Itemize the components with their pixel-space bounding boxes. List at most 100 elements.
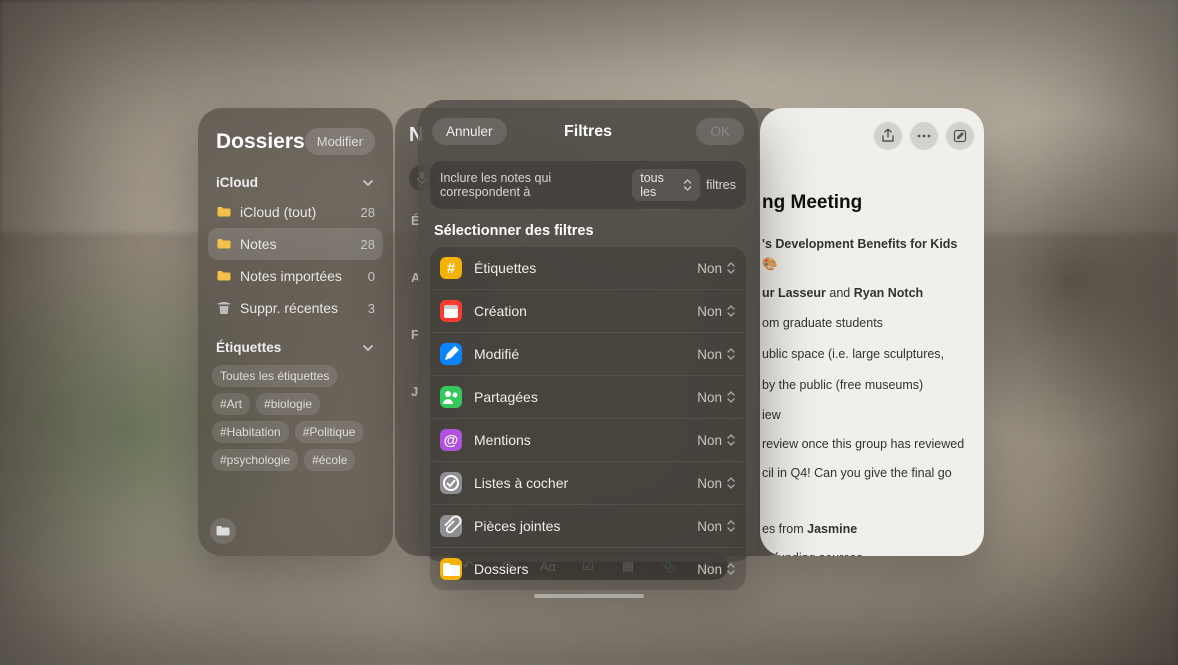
note-line: and <box>826 286 854 300</box>
more-button[interactable] <box>910 122 938 150</box>
sidebar-title: Dossiers <box>216 130 305 154</box>
check-icon <box>440 472 462 494</box>
tag-biologie[interactable]: #biologie <box>256 393 320 415</box>
filter-row-check[interactable]: Listes à cocher Non <box>430 462 746 505</box>
filter-row-pencil[interactable]: Modifié Non <box>430 333 746 376</box>
note-line: iew <box>762 406 970 425</box>
home-indicator <box>534 594 644 598</box>
cancel-button[interactable]: Annuler <box>432 118 507 145</box>
section-icloud[interactable]: iCloud <box>208 167 383 196</box>
share-button[interactable] <box>874 122 902 150</box>
section-tags[interactable]: Étiquettes <box>208 332 383 361</box>
folder-icon <box>216 236 232 252</box>
updown-icon <box>726 477 736 489</box>
note-panel: ng Meeting 's Development Benefits for K… <box>760 108 984 556</box>
folder-count: 3 <box>368 301 375 316</box>
folder-icon <box>216 268 232 284</box>
filter-value[interactable]: Non <box>697 261 736 276</box>
tag-art[interactable]: #Art <box>212 393 250 415</box>
filter-label: Mentions <box>474 432 531 448</box>
compose-button[interactable] <box>946 122 974 150</box>
tag-all[interactable]: Toutes les étiquettes <box>212 365 337 387</box>
filter-value[interactable]: Non <box>697 562 736 577</box>
updown-icon <box>683 179 692 191</box>
include-bar[interactable]: Inclure les notes qui correspondent à to… <box>430 161 746 209</box>
folder-item-icloud-all[interactable]: iCloud (tout) 28 <box>208 196 383 228</box>
hash-icon: # <box>440 257 462 279</box>
sidebar-folders: Dossiers Modifier iCloud iCloud (tout) 2… <box>198 108 393 556</box>
filter-label: Listes à cocher <box>474 475 568 491</box>
include-scope-select[interactable]: tous les <box>632 169 700 201</box>
note-line: es from <box>762 522 807 536</box>
folder-icon <box>440 558 462 580</box>
calendar-icon <box>440 300 462 322</box>
filter-label: Partagées <box>474 389 538 405</box>
tags-container: Toutes les étiquettes #Art #biologie #Ha… <box>208 361 383 475</box>
filter-row-at[interactable]: @ Mentions Non <box>430 419 746 462</box>
folder-item-trash[interactable]: Suppr. récentes 3 <box>208 292 383 324</box>
filter-value[interactable]: Non <box>697 347 736 362</box>
note-line: ur Lasseur <box>762 286 826 300</box>
note-line: w funding sources <box>762 549 970 556</box>
include-scope-value: tous les <box>640 171 679 199</box>
folder-count: 28 <box>361 205 375 220</box>
section-icloud-label: iCloud <box>216 175 258 190</box>
include-suffix: filtres <box>706 178 736 192</box>
pencil-icon <box>440 343 462 365</box>
filter-value[interactable]: Non <box>697 519 736 534</box>
filter-value[interactable]: Non <box>697 390 736 405</box>
note-line: review once this group has reviewed <box>762 435 970 454</box>
filter-row-hash[interactable]: # Étiquettes Non <box>430 247 746 290</box>
note-line: om graduate students <box>762 314 970 333</box>
filter-label: Modifié <box>474 346 519 362</box>
updown-icon <box>726 563 736 575</box>
filter-row-calendar[interactable]: Création Non <box>430 290 746 333</box>
tag-ecole[interactable]: #école <box>304 449 355 471</box>
updown-icon <box>726 262 736 274</box>
filter-value[interactable]: Non <box>697 433 736 448</box>
filter-label: Pièces jointes <box>474 518 560 534</box>
people-icon <box>440 386 462 408</box>
filter-row-clip[interactable]: Pièces jointes Non <box>430 505 746 548</box>
updown-icon <box>726 305 736 317</box>
tag-politique[interactable]: #Politique <box>295 421 364 443</box>
filter-list: #ÉtiquettesNonCréationNonModifiéNonParta… <box>430 247 746 590</box>
folder-label: Notes <box>240 236 277 252</box>
chevron-down-icon <box>361 176 375 190</box>
edit-button[interactable]: Modifier <box>305 128 375 155</box>
filter-value[interactable]: Non <box>697 304 736 319</box>
folder-item-notes[interactable]: Notes 28 <box>208 228 383 260</box>
filters-modal: Annuler Filtres OK Inclure les notes qui… <box>418 100 758 562</box>
updown-icon <box>726 520 736 532</box>
filter-label: Création <box>474 303 527 319</box>
note-line: cil in Q4! Can you give the final go <box>762 464 970 483</box>
folder-count: 28 <box>361 237 375 252</box>
note-line: 's Development Benefits for Kids 🎨 <box>762 237 957 270</box>
folder-count: 0 <box>368 269 375 284</box>
chevron-down-icon <box>361 341 375 355</box>
filter-row-folder[interactable]: Dossiers Non <box>430 548 746 590</box>
folder-label: Suppr. récentes <box>240 300 338 316</box>
filter-row-people[interactable]: Partagées Non <box>430 376 746 419</box>
note-line: by the public (free museums) <box>762 376 970 395</box>
svg-text:@: @ <box>444 432 459 449</box>
folder-label: iCloud (tout) <box>240 204 316 220</box>
folder-item-imported[interactable]: Notes importées 0 <box>208 260 383 292</box>
folder-label: Notes importées <box>240 268 342 284</box>
updown-icon <box>726 348 736 360</box>
updown-icon <box>726 391 736 403</box>
note-title: ng Meeting <box>762 188 970 217</box>
filter-value[interactable]: Non <box>697 476 736 491</box>
note-line: ublic space (i.e. large sculptures, <box>762 345 970 364</box>
section-tags-label: Étiquettes <box>216 340 281 355</box>
filter-label: Dossiers <box>474 561 528 577</box>
note-line: Jasmine <box>807 522 857 536</box>
tag-habitation[interactable]: #Habitation <box>212 421 289 443</box>
svg-text:#: # <box>447 260 456 277</box>
new-folder-button[interactable] <box>210 518 236 544</box>
ok-button[interactable]: OK <box>696 118 744 145</box>
trash-icon <box>216 300 232 316</box>
tag-psychologie[interactable]: #psychologie <box>212 449 298 471</box>
folder-list: iCloud (tout) 28 Notes 28 Notes importée… <box>208 196 383 324</box>
filter-label: Étiquettes <box>474 260 536 276</box>
